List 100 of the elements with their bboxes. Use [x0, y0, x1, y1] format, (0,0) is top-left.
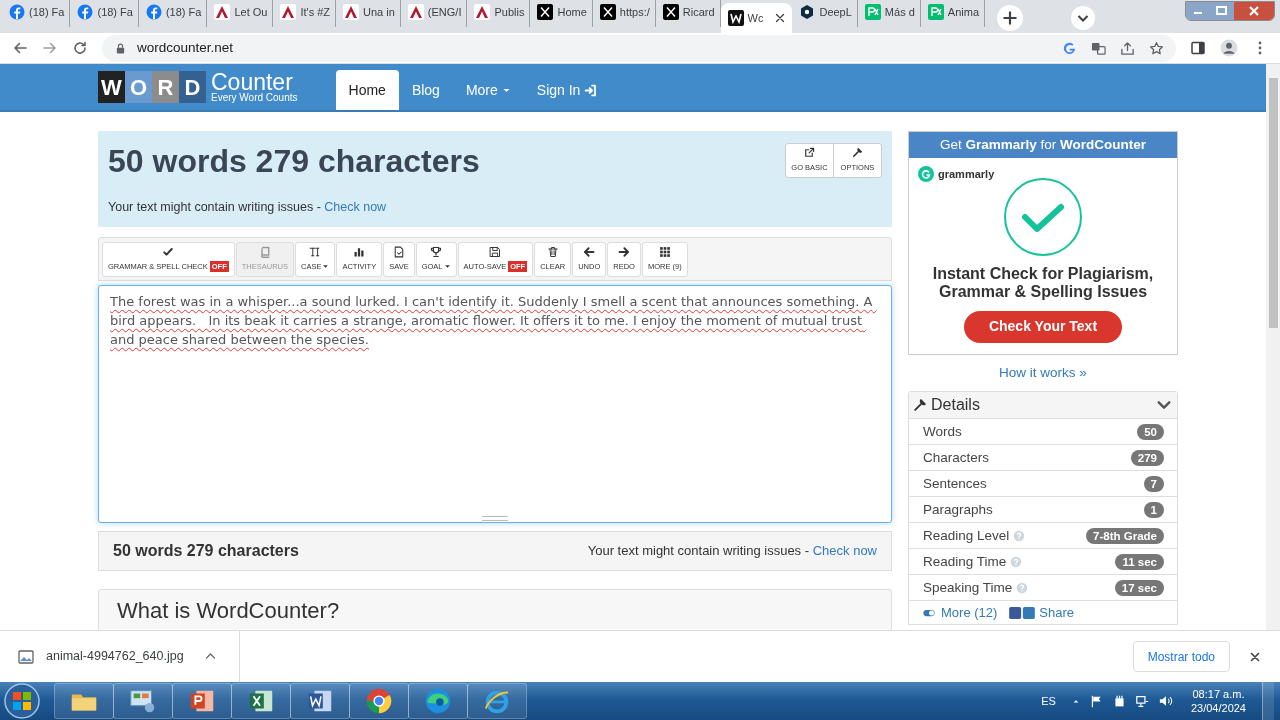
x-logo-icon [599, 4, 616, 20]
share-icon[interactable] [1120, 40, 1135, 56]
logo-letter: R [152, 71, 179, 103]
scrollbar[interactable] [1266, 64, 1280, 630]
nav-link[interactable]: Blog [398, 70, 453, 110]
trash-icon [546, 245, 559, 258]
share-link[interactable]: Share [1039, 603, 1075, 623]
w-logo-icon [727, 10, 744, 26]
browser-tab[interactable]: Una in [336, 0, 401, 27]
bookmark-star-icon[interactable] [1149, 40, 1164, 56]
tab-title: Home [557, 4, 587, 20]
triangle-logo-icon [214, 4, 231, 20]
detail-label: Characters [923, 448, 990, 467]
tab-title: It's #Z [300, 4, 331, 20]
browser-tab[interactable]: DeepL [792, 0, 858, 27]
close-icon[interactable] [1234, 2, 1274, 20]
network-icon[interactable] [1135, 694, 1149, 708]
check-now-link[interactable]: Check now [812, 543, 877, 559]
file-name: animal-4994762_640.jpg [46, 648, 184, 666]
scrollbar-thumb[interactable] [1268, 78, 1278, 328]
taskbar-button[interactable] [231, 683, 291, 719]
taskbar-button[interactable] [467, 683, 527, 719]
forward-icon[interactable] [42, 40, 58, 56]
check-text-button[interactable]: Check Your Text [964, 310, 1122, 343]
count-badge: 1 [1143, 501, 1164, 518]
tab-title: (ENG/I [427, 4, 462, 20]
show-all-button[interactable]: Mostrar todo [1132, 641, 1230, 672]
profile-icon[interactable] [1220, 39, 1238, 57]
right-arrow-icon [618, 245, 631, 258]
tab-title: (18) Fa [29, 4, 65, 20]
nav-link[interactable]: More [452, 70, 524, 110]
taskbar-button[interactable] [349, 683, 409, 719]
start-button[interactable] [4, 683, 40, 719]
count-badge: 11 sec [1115, 553, 1164, 570]
reload-icon[interactable] [72, 40, 88, 56]
toggle-icon[interactable] [921, 607, 937, 618]
url-text: wordcounter.net [137, 38, 234, 57]
browser-tab[interactable]: Home [530, 0, 593, 27]
browser-tab[interactable]: Let Ou [207, 0, 274, 27]
browser-tab[interactable]: https:/ [592, 0, 656, 27]
volume-icon[interactable] [1158, 694, 1173, 708]
taskbar-button[interactable] [172, 683, 232, 719]
triangle-logo-icon [280, 4, 297, 20]
taskbar-button[interactable] [408, 683, 468, 719]
browser-tab[interactable]: Anima [920, 0, 985, 27]
check-circle-icon [1003, 176, 1083, 257]
check-now-link[interactable]: Check now [324, 200, 387, 215]
browser-tab[interactable]: (18) Fa [2, 0, 71, 27]
detail-label: Reading Level [923, 526, 1010, 545]
wrench-icon [852, 147, 863, 159]
hexagon-logo-icon [799, 4, 816, 20]
browser-tab[interactable]: Wc [720, 3, 793, 33]
tab-title: https:/ [619, 4, 650, 20]
writing-issues-notice: Your text might contain writing issues - Check now [587, 542, 877, 561]
clock[interactable]: 08:17 a.m. 23/04/2024 [1190, 687, 1246, 715]
tab-search-icon[interactable] [1071, 6, 1095, 30]
back-icon[interactable] [12, 40, 28, 56]
tab-title: Una in [363, 4, 395, 20]
nav-link[interactable]: Sign In [523, 70, 611, 110]
translate-icon[interactable] [1091, 40, 1106, 56]
document-icon [392, 245, 405, 258]
count-badge: 279 [1130, 449, 1164, 466]
tab-title: DeepL [819, 4, 852, 20]
section-heading: What is WordCounter? [117, 598, 341, 624]
browser-tab[interactable]: (ENG/I [400, 0, 468, 27]
triangle-logo-icon [407, 4, 424, 20]
side-panel-icon[interactable] [1190, 40, 1206, 56]
browser-tab[interactable]: Más d [857, 0, 921, 27]
browser-tab[interactable]: (18) Fa [138, 0, 208, 27]
taskbar-button[interactable] [290, 683, 350, 719]
x-logo-icon [662, 4, 679, 20]
detail-label: Speaking Time [923, 578, 1013, 597]
more-link[interactable]: More (12) [941, 603, 998, 623]
facebook-icon [9, 4, 25, 20]
show-desktop-button[interactable] [1262, 682, 1274, 720]
ad-headline: Instant Check for Plagiarism, Grammar & Spelling Issues [931, 264, 1155, 301]
taskbar-button[interactable] [113, 683, 173, 719]
text-editor[interactable] [98, 285, 892, 523]
nav-link[interactable]: Home [335, 70, 399, 110]
writing-issues-notice: Your text might contain writing issues - Check now [108, 199, 388, 217]
word-count-heading: 50 words 279 characters [108, 143, 480, 179]
browser-tab[interactable]: Publis [467, 0, 531, 27]
address-bar[interactable]: wordcounter.net [102, 34, 1176, 62]
x-logo-icon [537, 4, 554, 20]
browser-tab[interactable]: Ricard [655, 0, 721, 27]
editor-text: The forest was in a whisper...a sound lurked. I can't identify it. Suddenly I smell a scent that announces something. A bird appears. In its beak it carries a strange, aromatic flower. It offers it to me. I enjoy the moment of mutual trust and peace shared between the species. [110, 293, 874, 349]
chrome-icon [364, 686, 394, 716]
google-icon[interactable] [1062, 40, 1077, 56]
details-title: Details [931, 395, 980, 416]
trophy-icon [430, 245, 443, 258]
logo-letter: O [125, 71, 152, 103]
language-indicator[interactable]: ES [1041, 692, 1056, 710]
new-tab-icon[interactable] [997, 5, 1023, 31]
browser-tab[interactable]: It's #Z [273, 0, 337, 27]
tab-title: (18) Fa [165, 4, 202, 20]
flag-icon[interactable] [1089, 694, 1103, 708]
resize-handle[interactable] [482, 516, 508, 521]
how-it-works-link[interactable]: How it works » [999, 363, 1087, 384]
browser-tab[interactable]: (18) Fa [70, 0, 139, 27]
taskbar-button[interactable] [54, 683, 114, 719]
